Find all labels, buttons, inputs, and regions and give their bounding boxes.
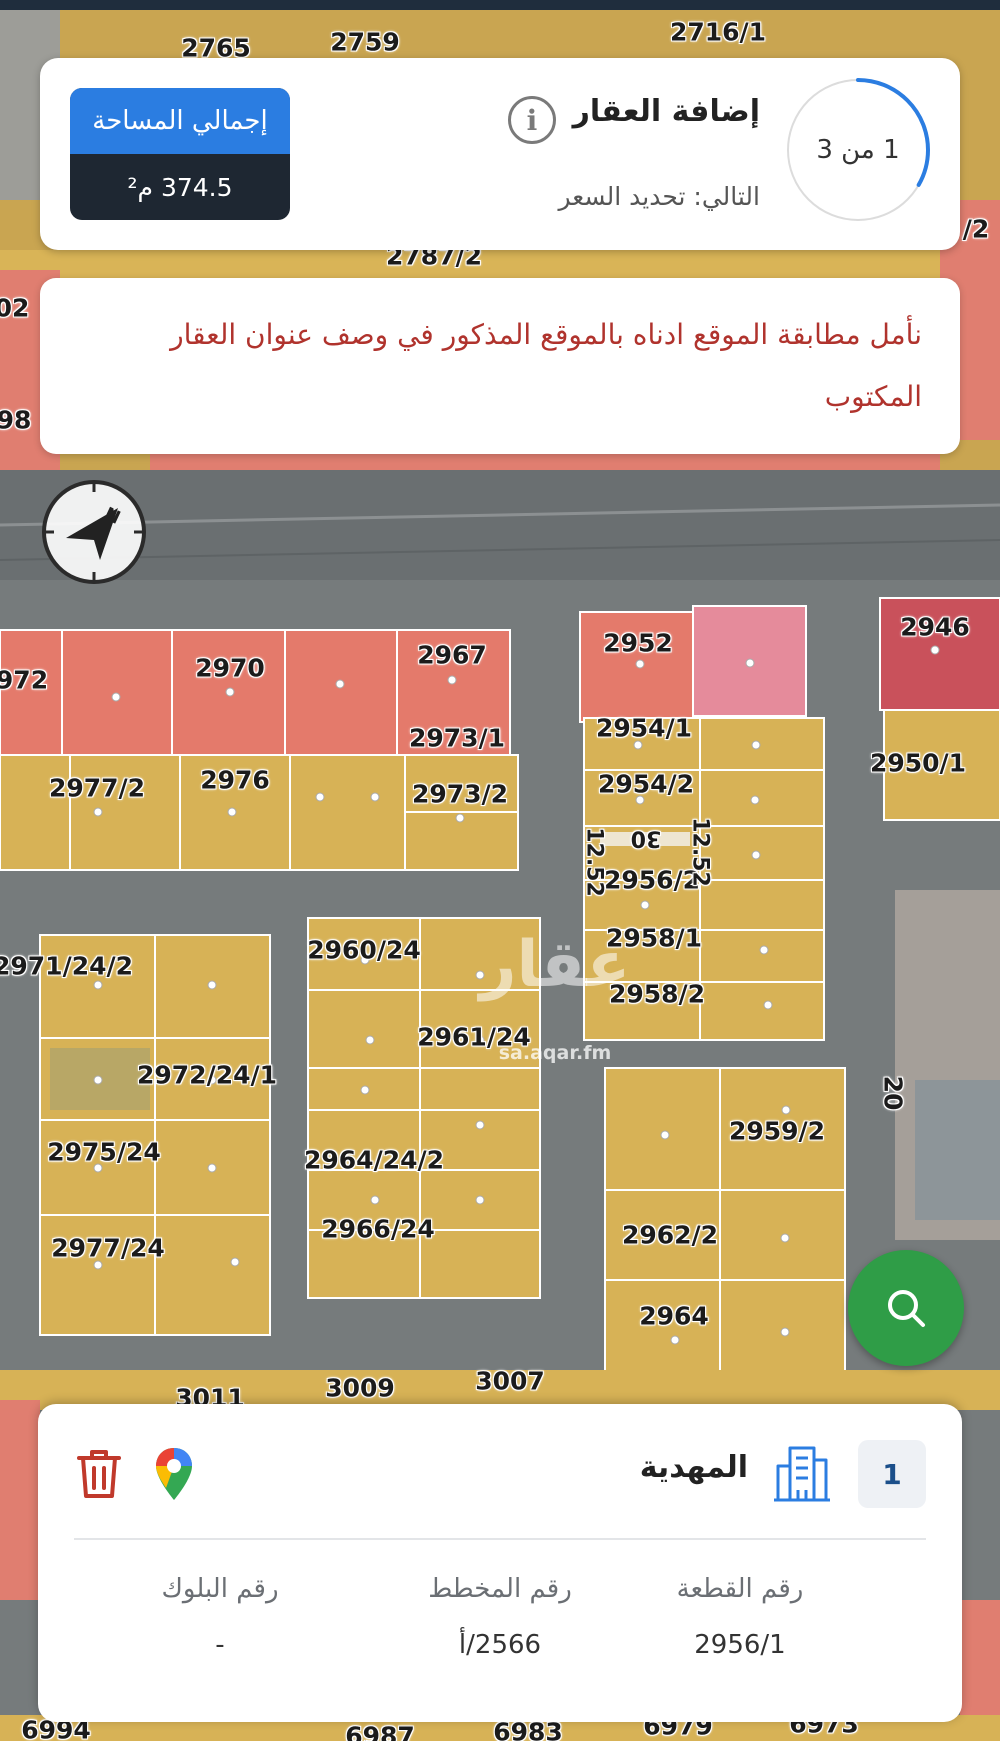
field-scheme-number: رقم المخطط 2566/أ xyxy=(370,1574,630,1660)
info-icon[interactable]: i xyxy=(508,96,556,144)
status-strip xyxy=(0,0,1000,10)
field-block-number: رقم البلوك - xyxy=(90,1574,350,1660)
search-button[interactable] xyxy=(848,1250,964,1366)
field-label: رقم البلوك xyxy=(161,1574,279,1604)
google-maps-icon[interactable] xyxy=(154,1446,194,1502)
total-area-box: إجمالي المساحة 374.5 م² xyxy=(70,88,290,220)
property-card: 1 المهدية رقم القطعة 2956/1 رقم المخطط 2… xyxy=(38,1404,962,1722)
watermark-url: sa.aqar.fm xyxy=(498,1042,612,1064)
next-step-label: التالي: تحديد السعر xyxy=(558,182,760,211)
watermark: عقار xyxy=(479,928,631,1002)
page-title: إضافة العقار xyxy=(572,94,760,129)
location-notice: نأمل مطابقة الموقع ادناه بالموقع المذكور… xyxy=(40,278,960,454)
compass-button[interactable]: N xyxy=(40,478,148,586)
building-icon xyxy=(774,1446,830,1502)
compass-icon: N xyxy=(42,480,146,584)
notice-text: نأمل مطابقة الموقع ادناه بالموقع المذكور… xyxy=(170,318,922,413)
field-value: 2956/1 xyxy=(694,1630,786,1660)
field-label: رقم المخطط xyxy=(428,1574,572,1604)
property-index-badge: 1 xyxy=(858,1440,926,1508)
delete-icon[interactable] xyxy=(76,1448,122,1500)
field-label: رقم القطعة xyxy=(676,1574,804,1604)
total-area-value: 374.5 م² xyxy=(127,172,233,202)
header-card: 1 من 3 إضافة العقار التالي: تحديد السعر … xyxy=(40,58,960,250)
divider xyxy=(74,1538,926,1540)
search-icon xyxy=(888,1290,925,1327)
total-area-label: إجمالي المساحة xyxy=(70,88,290,154)
district-name: المهدية xyxy=(639,1450,748,1485)
field-plot-number: رقم القطعة 2956/1 xyxy=(610,1574,870,1660)
step-counter: 1 من 3 xyxy=(816,135,900,165)
field-value: 2566/أ xyxy=(458,1630,542,1660)
field-value: - xyxy=(215,1630,225,1660)
